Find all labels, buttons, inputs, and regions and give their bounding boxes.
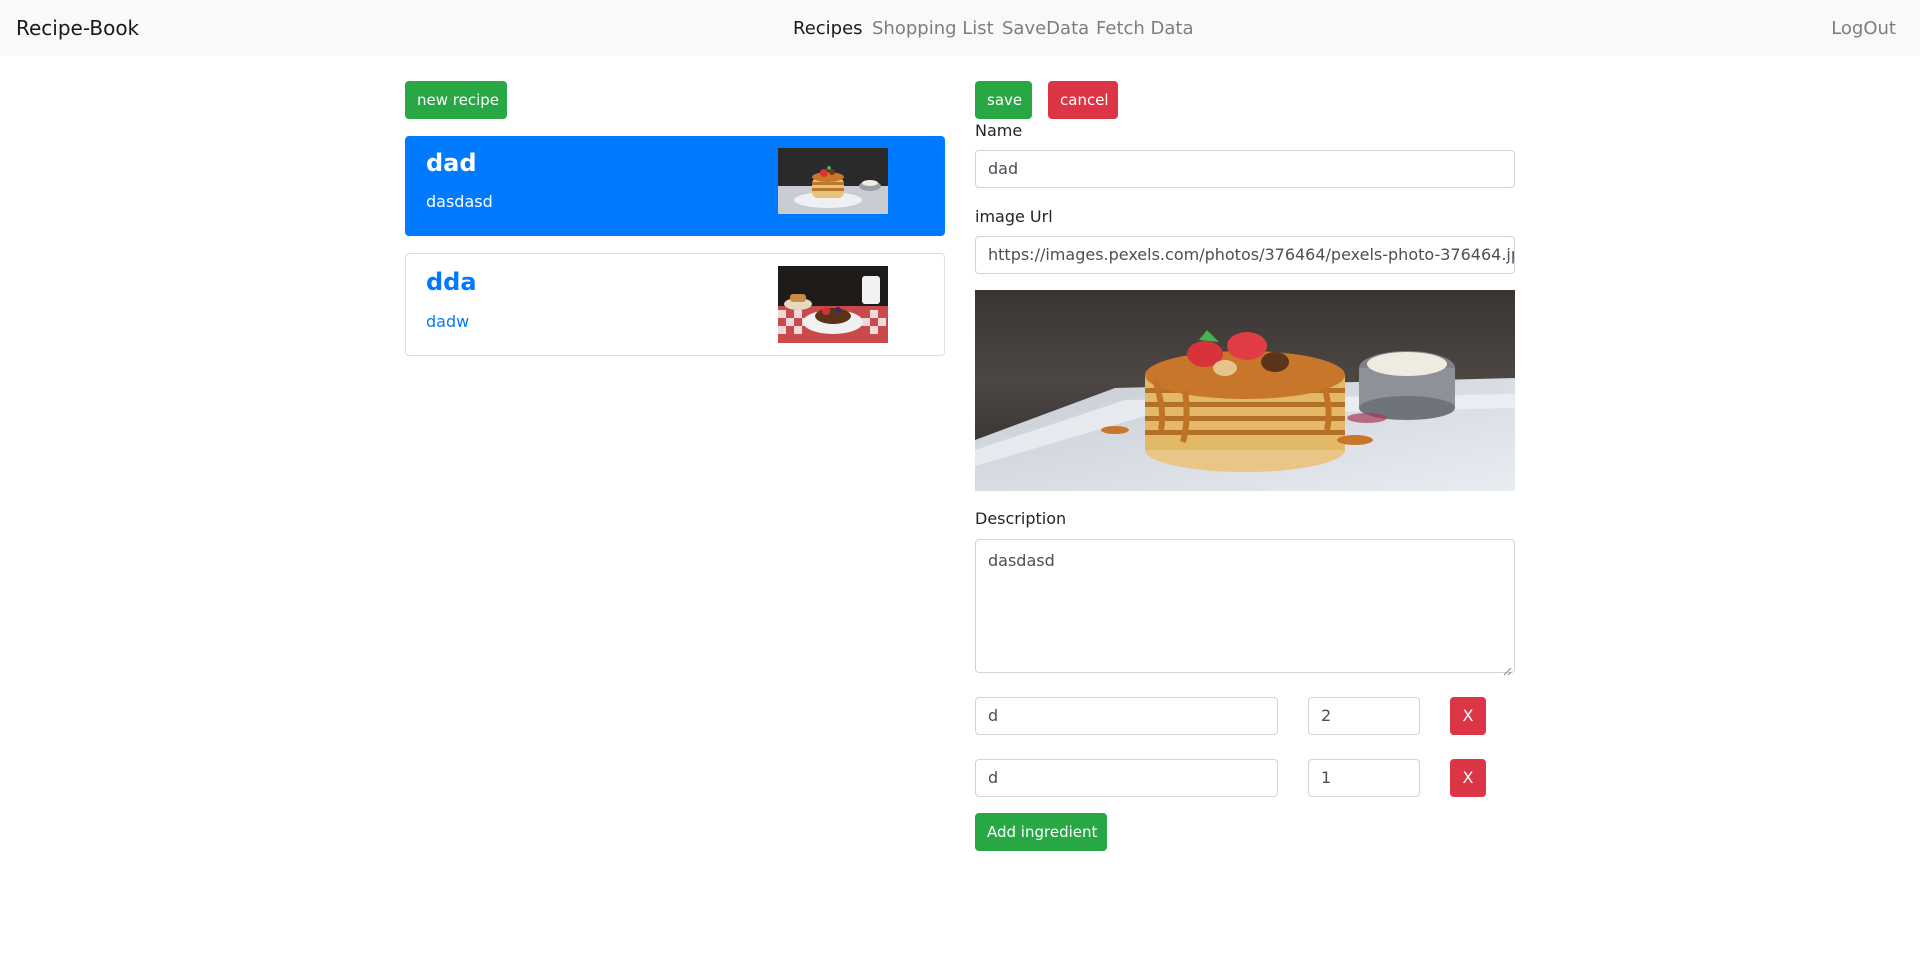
ingredient-amount-input[interactable]: 2 — [1308, 697, 1420, 735]
image-url-input[interactable]: https://images.pexels.com/photos/376464/… — [975, 236, 1515, 274]
recipe-description: dadw — [426, 312, 470, 331]
description-textarea[interactable]: dasdasd — [975, 539, 1515, 676]
nav-link-fetch-data[interactable]: Fetch Data — [1096, 16, 1194, 42]
nav-link-shopping-list[interactable]: Shopping List — [872, 16, 994, 42]
name-input[interactable]: dad — [975, 150, 1515, 188]
remove-ingredient-button[interactable]: X — [1450, 759, 1486, 797]
ingredient-amount-input[interactable]: 1 — [1308, 759, 1420, 797]
nav-link-recipes[interactable]: Recipes — [793, 16, 863, 42]
recipe-thumbnail — [778, 148, 888, 214]
name-label: Name — [975, 121, 1023, 140]
save-button[interactable]: save — [975, 81, 1032, 119]
description-label: Description — [975, 509, 1067, 528]
ingredient-name-input[interactable]: d — [975, 759, 1278, 797]
description-text: dasdasd — [988, 551, 1055, 570]
navbar: Recipe-Book Recipes Shopping List SaveDa… — [0, 0, 1920, 56]
logout-link[interactable]: LogOut — [1831, 16, 1896, 42]
cancel-button[interactable]: cancel — [1048, 81, 1118, 119]
add-ingredient-button[interactable]: Add ingredient — [975, 813, 1107, 851]
new-recipe-button[interactable]: new recipe — [405, 81, 507, 119]
recipe-name: dda — [426, 268, 477, 296]
recipe-thumbnail — [778, 266, 888, 343]
recipe-list-item[interactable]: dad dasdasd — [405, 136, 945, 236]
nav-links: Recipes Shopping List SaveData Fetch Dat… — [0, 16, 1920, 42]
image-url-label: image Url — [975, 207, 1053, 226]
ingredient-name-input[interactable]: d — [975, 697, 1278, 735]
nav-link-save-data[interactable]: SaveData — [1002, 16, 1089, 42]
recipe-image-preview — [975, 290, 1515, 491]
recipe-description: dasdasd — [426, 192, 493, 211]
recipe-name: dad — [426, 149, 477, 177]
resize-grip-icon[interactable] — [1502, 660, 1512, 676]
remove-ingredient-button[interactable]: X — [1450, 697, 1486, 735]
recipe-list-item[interactable]: dda dadw — [405, 253, 945, 356]
